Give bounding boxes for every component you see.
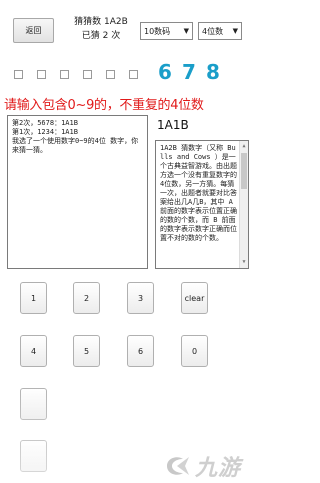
rules-text: 1A2B 猜数字（又称 Bulls and Cows ）是一个古典益智游戏。由出… [160,144,238,242]
status-title: 猜猜数 1A2B [74,17,128,27]
result-label: 1A1B [157,118,189,132]
key-4[interactable]: 4 [20,335,47,367]
key-5[interactable]: 5 [73,335,100,367]
answer-digit-2: 7 [182,60,196,84]
guess-count: 已猜 2 次 [81,31,121,41]
digit-checkbox-4[interactable] [83,70,92,79]
watermark-logo: 九游 [163,452,253,481]
scroll-down-icon[interactable]: ▼ [240,258,248,267]
answer-digit-3: 8 [206,60,220,84]
game-status: 猜猜数 1A2B 已猜 2 次 [68,15,134,43]
guess-history-text: 第2次，5678：1A1B 第1次，1234：1A1B 我选了一个使用数字0~9… [12,119,139,154]
key-faded-b[interactable] [20,440,47,472]
digits-select-value: 4位数 [202,26,224,36]
clear-button[interactable]: clear [181,282,208,314]
back-button[interactable]: 返回 [13,18,54,43]
chevron-down-icon: ▼ [232,27,238,35]
scroll-thumb[interactable] [241,153,247,189]
mode-select-value: 10数码 [144,26,171,36]
key-faded-a[interactable] [20,388,47,420]
key-1[interactable]: 1 [20,282,47,314]
input-prompt: 请输入包含0~9的，不重复的4位数 [4,98,204,113]
digit-checkbox-6[interactable] [129,70,138,79]
key-3[interactable]: 3 [127,282,154,314]
key-6[interactable]: 6 [127,335,154,367]
digits-select[interactable]: 4位数 ▼ [198,22,242,40]
guess-history-panel[interactable]: 第2次，5678：1A1B 第1次，1234：1A1B 我选了一个使用数字0~9… [7,115,148,269]
watermark-text: 九游 [195,456,242,481]
key-0[interactable]: 0 [181,335,208,367]
rules-scrollbar[interactable]: ▲ ▼ [239,141,248,268]
digit-checkbox-2[interactable] [37,70,46,79]
digit-checkbox-3[interactable] [60,70,69,79]
answer-digit-1: 6 [158,60,172,84]
digit-checkbox-1[interactable] [14,70,23,79]
scroll-up-icon[interactable]: ▲ [240,142,248,151]
rules-panel[interactable]: 1A2B 猜数字（又称 Bulls and Cows ）是一个古典益智游戏。由出… [155,140,249,269]
mode-select[interactable]: 10数码 ▼ [140,22,193,40]
chevron-down-icon: ▼ [183,27,189,35]
key-2[interactable]: 2 [73,282,100,314]
digit-checkbox-5[interactable] [106,70,115,79]
jiuyou-logo-icon [167,457,189,475]
